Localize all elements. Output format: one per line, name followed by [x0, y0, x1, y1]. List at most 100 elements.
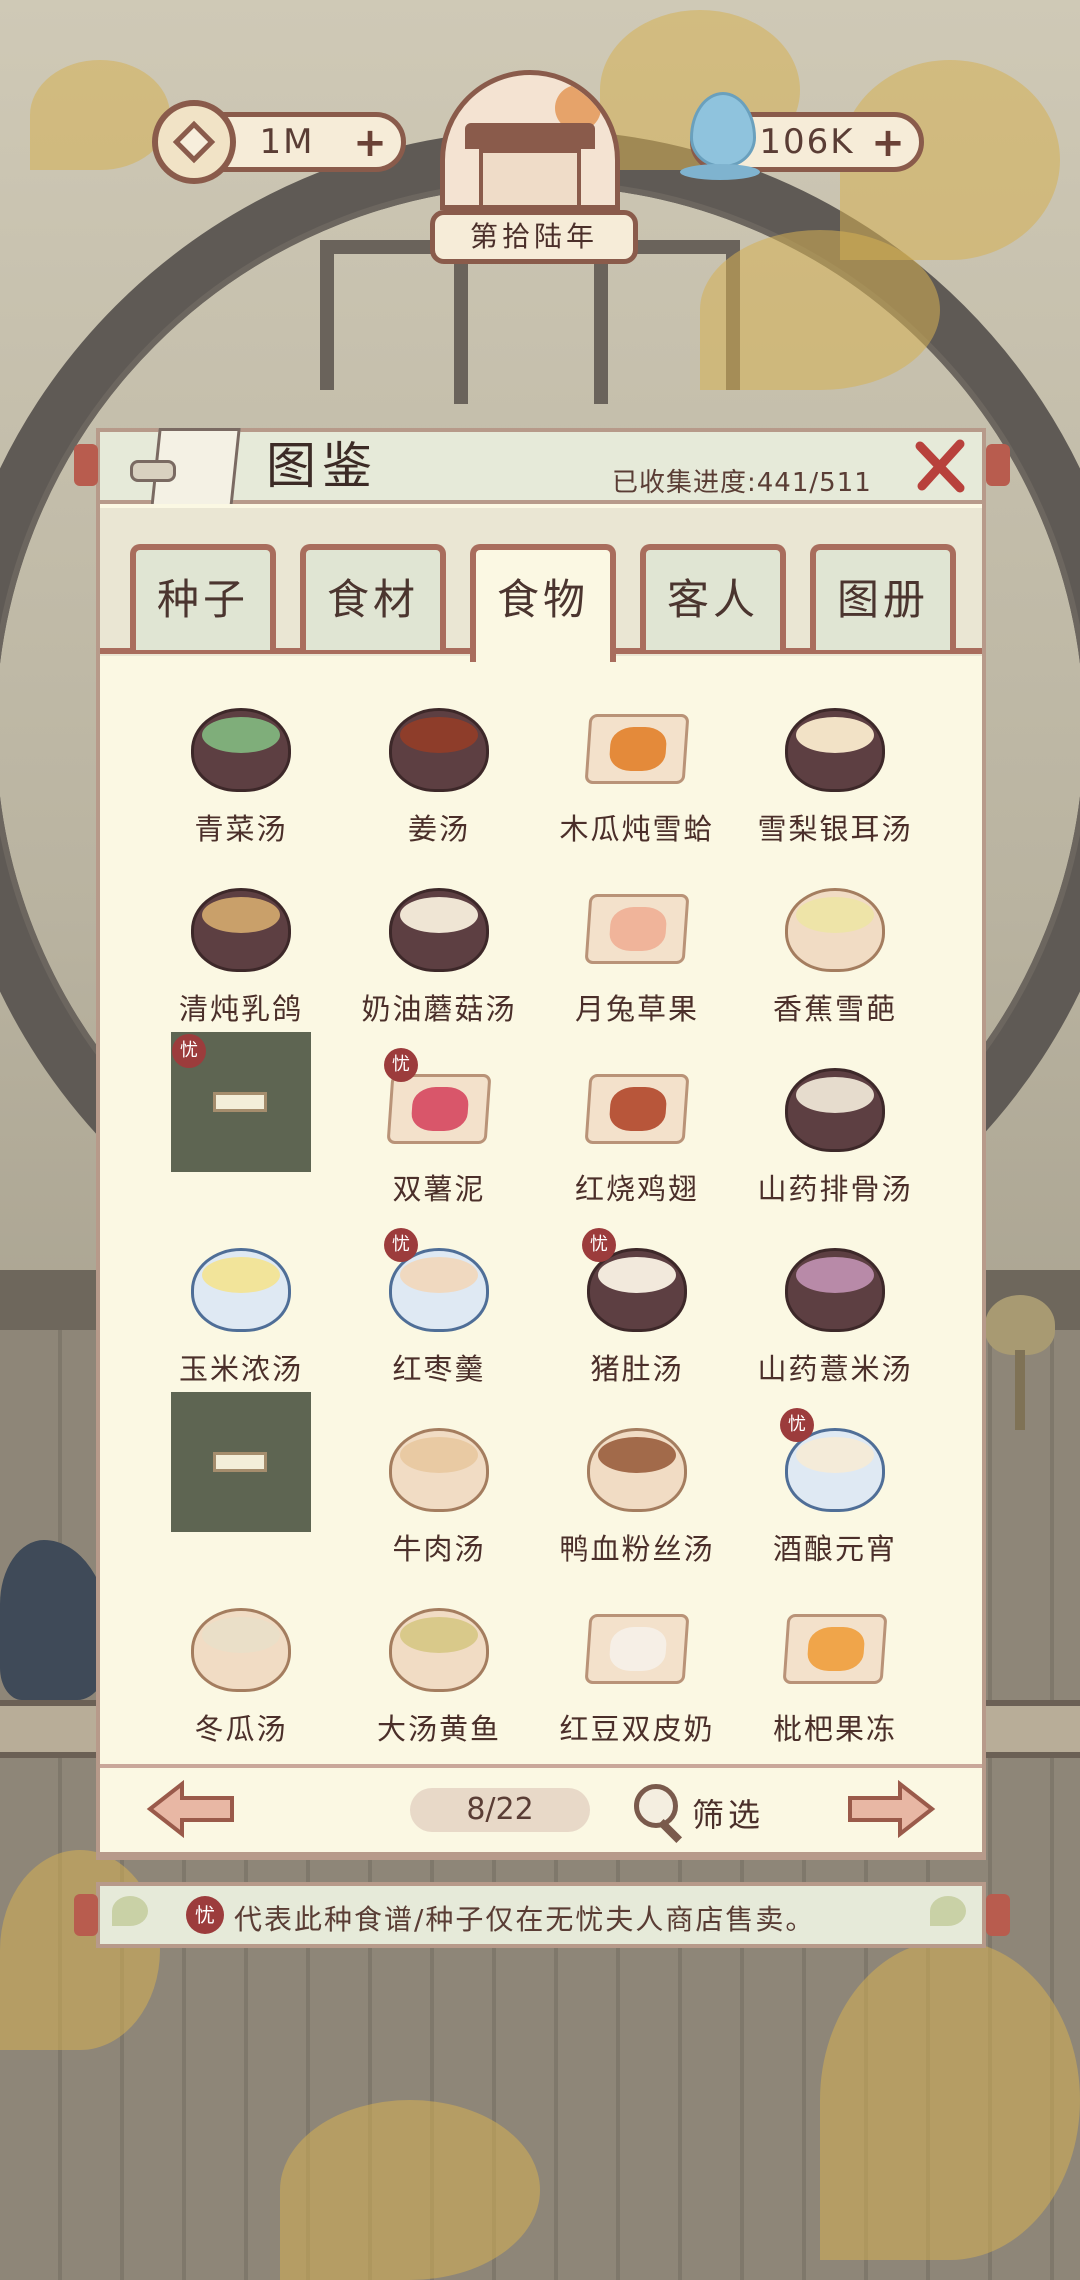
lotus-lamp-stem	[1015, 1350, 1025, 1430]
food-item-name: 山药薏米汤	[757, 1352, 913, 1386]
dish-bowl-icon	[785, 1054, 885, 1154]
tab-4[interactable]: 图册	[810, 544, 956, 650]
food-item[interactable]: 月兔草果	[542, 874, 732, 1054]
food-item[interactable]: 姜汤	[344, 694, 534, 874]
food-item-name: 山药排骨汤	[757, 1172, 913, 1206]
ginkgo-leaf	[0, 1850, 160, 2050]
food-item[interactable]: 鸭血粉丝汤	[542, 1414, 732, 1594]
food-item[interactable]: 忧猪肚汤	[542, 1228, 732, 1414]
panel-bottom-border	[96, 1852, 986, 1860]
magnifier-icon[interactable]	[630, 1782, 690, 1844]
food-item-name: 玉米浓汤	[178, 1352, 303, 1386]
food-item[interactable]: 清炖乳鸽	[146, 874, 336, 1054]
food-item-name: 木瓜炖雪蛤	[559, 812, 715, 846]
exclusive-badge-icon: 忧	[384, 1228, 418, 1262]
food-item-name: 红豆双皮奶	[559, 1712, 715, 1746]
water-drop-icon	[680, 92, 760, 188]
dish-plate-icon	[782, 1594, 888, 1694]
dish-bowl-icon	[785, 694, 885, 794]
arrow-right-icon	[848, 1779, 936, 1839]
prev-page-button[interactable]	[146, 1779, 236, 1839]
scroll-rod-left	[74, 444, 98, 486]
dish-bowl-icon	[389, 874, 489, 974]
arrow-left-icon	[146, 1779, 234, 1839]
dish-bowl-icon	[587, 1414, 687, 1514]
note-text: 代表此种食谱/种子仅在无忧夫人商店售卖。	[234, 1903, 816, 1936]
dish-bowl-icon	[785, 874, 885, 974]
food-item[interactable]	[146, 1392, 336, 1594]
tab-0[interactable]: 种子	[130, 544, 276, 650]
add-water-button[interactable]: +	[869, 121, 909, 165]
ginkgo-leaf-icon	[930, 1896, 966, 1926]
food-item-name: 双薯泥	[392, 1172, 486, 1206]
scroll-rod-right	[986, 444, 1010, 486]
scroll-icon	[118, 420, 241, 518]
dish-plate-icon	[584, 694, 690, 794]
water-amount: 106K	[759, 122, 855, 162]
dish-plate-icon	[584, 874, 690, 974]
exclusive-badge-icon: 忧	[186, 1896, 224, 1934]
food-item-name: 鸭血粉丝汤	[559, 1532, 715, 1566]
ginkgo-leaf	[30, 60, 170, 170]
food-item[interactable]: 玉米浓汤	[146, 1234, 336, 1414]
dish-plate-icon	[584, 1054, 690, 1154]
food-item[interactable]: 山药薏米汤	[740, 1234, 930, 1414]
filter-button[interactable]: 筛选	[692, 1790, 764, 1836]
food-item-name: 奶油蘑菇汤	[361, 992, 517, 1026]
coin-icon	[152, 100, 236, 184]
add-coin-button[interactable]: +	[351, 121, 391, 165]
ginkgo-leaf	[820, 1940, 1080, 2260]
food-item[interactable]: 忧酒酿元宵	[740, 1408, 930, 1594]
tab-2[interactable]: 食物	[470, 544, 616, 662]
exclusive-badge-icon: 忧	[172, 1034, 206, 1068]
food-item[interactable]: 雪梨银耳汤	[740, 694, 930, 874]
food-item[interactable]: 奶油蘑菇汤	[344, 874, 534, 1054]
food-item[interactable]: 忧双薯泥	[344, 1048, 534, 1234]
food-item[interactable]: 木瓜炖雪蛤	[542, 694, 732, 874]
page-indicator: 8/22	[410, 1788, 590, 1832]
tab-1[interactable]: 食材	[300, 544, 446, 650]
food-item-name: 酒酿元宵	[772, 1532, 897, 1566]
food-item-name: 雪梨银耳汤	[757, 812, 913, 846]
tab-3[interactable]: 客人	[640, 544, 786, 650]
food-item-name: 红烧鸡翅	[574, 1172, 699, 1206]
food-item-name: 冬瓜汤	[194, 1712, 288, 1746]
food-item[interactable]: 山药排骨汤	[740, 1054, 930, 1234]
food-item-name: 香蕉雪葩	[772, 992, 897, 1026]
food-item[interactable]: 红烧鸡翅	[542, 1054, 732, 1234]
lotus-lamp	[985, 1295, 1055, 1355]
note-rod-left	[74, 1894, 98, 1936]
dish-bowl-icon	[191, 1594, 291, 1694]
food-item-name: 青菜汤	[194, 812, 288, 846]
ginkgo-leaf	[280, 2100, 540, 2280]
food-item-name: 猪肚汤	[590, 1352, 684, 1386]
food-item[interactable]: 红豆双皮奶	[542, 1594, 732, 1774]
food-item[interactable]: 枇杷果冻	[740, 1594, 930, 1774]
next-page-button[interactable]	[846, 1779, 936, 1839]
collection-progress: 已收集进度:441/511	[612, 468, 872, 498]
dish-plate-icon	[584, 1594, 690, 1694]
dish-bowl-icon	[785, 1234, 885, 1334]
food-item[interactable]: 青菜汤	[146, 694, 336, 874]
dish-bowl-icon	[191, 1234, 291, 1334]
dish-bowl-icon	[389, 1594, 489, 1694]
ginkgo-leaf	[700, 230, 940, 390]
food-item-name: 清炖乳鸽	[178, 992, 303, 1026]
food-item[interactable]: 香蕉雪葩	[740, 874, 930, 1054]
dish-bowl-icon	[191, 874, 291, 974]
locked-item-icon	[171, 1392, 311, 1532]
note-rod-right	[986, 1894, 1010, 1936]
food-item-name: 牛肉汤	[392, 1532, 486, 1566]
dish-bowl-icon	[389, 694, 489, 794]
close-button[interactable]	[912, 436, 968, 496]
food-item[interactable]: 牛肉汤	[344, 1414, 534, 1594]
coin-amount: 1M	[259, 122, 315, 162]
food-item[interactable]: 冬瓜汤	[146, 1594, 336, 1774]
food-item[interactable]: 忧	[146, 1032, 336, 1234]
food-item[interactable]: 大汤黄鱼	[344, 1594, 534, 1774]
dish-bowl-icon	[191, 694, 291, 794]
food-item-name: 枇杷果冻	[772, 1712, 897, 1746]
exclusive-badge-icon: 忧	[780, 1408, 814, 1442]
food-item[interactable]: 忧红枣羹	[344, 1228, 534, 1414]
panel-title: 图鉴	[266, 437, 378, 495]
